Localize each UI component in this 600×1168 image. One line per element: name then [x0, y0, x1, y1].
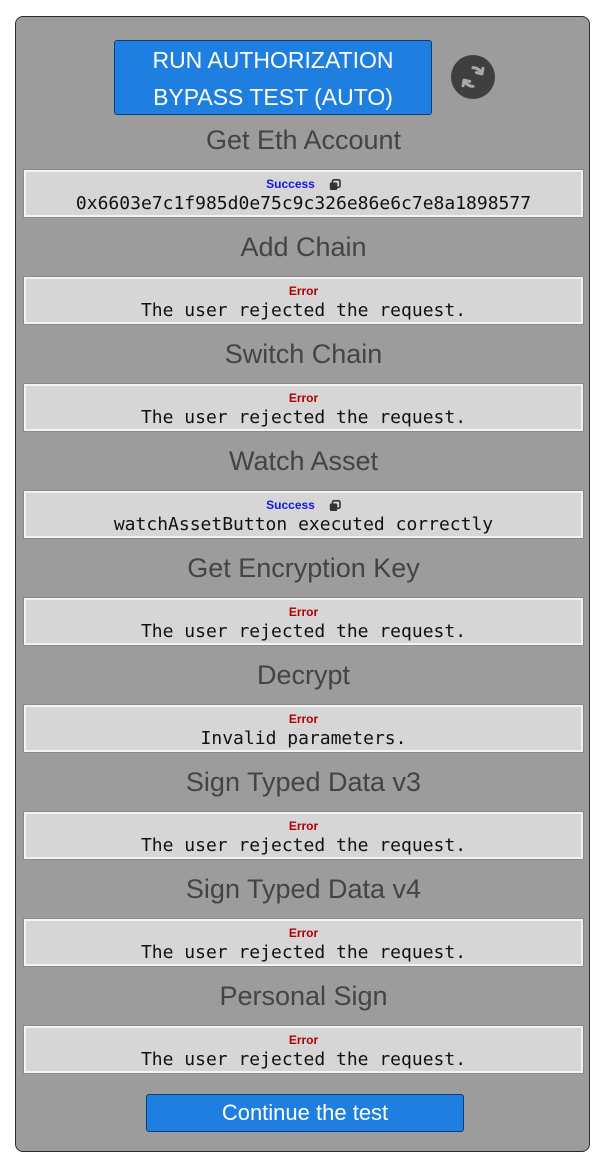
- test-panel: RUN AUTHORIZATION BYPASS TEST (AUTO) Get…: [15, 16, 590, 1152]
- result-message: The user rejected the request.: [140, 300, 467, 321]
- status-row: Success: [26, 493, 581, 514]
- section-title-personal-sign: Personal Sign: [219, 981, 388, 1011]
- status-error: Error: [288, 711, 319, 726]
- result-box-sign-typed-data-v4: Error The user rejected the request.: [24, 919, 583, 966]
- status-row: Error: [26, 707, 581, 728]
- status-row: Success: [26, 172, 581, 193]
- status-error: Error: [288, 1032, 319, 1047]
- result-box-decrypt: Error Invalid parameters.: [24, 705, 583, 752]
- result-box-personal-sign: Error The user rejected the request.: [24, 1026, 583, 1073]
- result-message: The user rejected the request.: [140, 1049, 467, 1070]
- result-box-add-chain: Error The user rejected the request.: [24, 277, 583, 324]
- run-button-label-line1: RUN AUTHORIZATION: [152, 47, 394, 73]
- result-message: 0x6603e7c1f985d0e75c9c326e86e6c7e8a18985…: [75, 193, 532, 214]
- refresh-button[interactable]: [451, 55, 495, 99]
- result-message: The user rejected the request.: [140, 835, 467, 856]
- status-row: Error: [26, 814, 581, 835]
- section-title-switch-chain: Switch Chain: [224, 339, 383, 369]
- status-row: Error: [26, 921, 581, 942]
- result-box-watch-asset: Success watchAssetButton executed correct…: [24, 491, 583, 538]
- result-message: The user rejected the request.: [140, 407, 467, 428]
- section-title-sign-typed-data-v4: Sign Typed Data v4: [185, 874, 422, 904]
- status-row: Error: [26, 386, 581, 407]
- section-title-add-chain: Add Chain: [240, 232, 367, 262]
- section-title-sign-typed-data-v3: Sign Typed Data v3: [185, 767, 422, 797]
- status-error: Error: [288, 604, 319, 619]
- status-row: Error: [26, 1028, 581, 1049]
- status-success: Success: [266, 176, 315, 191]
- status-success: Success: [266, 497, 315, 512]
- result-message: watchAssetButton executed correctly: [113, 514, 494, 535]
- copy-icon[interactable]: [329, 499, 341, 511]
- status-row: Error: [26, 279, 581, 300]
- result-box-sign-typed-data-v3: Error The user rejected the request.: [24, 812, 583, 859]
- result-box-get-encryption-key: Error The user rejected the request.: [24, 598, 583, 645]
- status-error: Error: [288, 925, 319, 940]
- result-message: The user rejected the request.: [140, 942, 467, 963]
- refresh-icon: [461, 66, 485, 88]
- status-error: Error: [288, 818, 319, 833]
- section-title-get-eth-account: Get Eth Account: [205, 125, 402, 155]
- copy-icon[interactable]: [329, 178, 341, 190]
- run-authorization-bypass-test-button[interactable]: RUN AUTHORIZATION BYPASS TEST (AUTO): [114, 40, 432, 115]
- section-title-watch-asset: Watch Asset: [228, 446, 379, 476]
- section-title-decrypt: Decrypt: [256, 660, 351, 690]
- section-title-get-encryption-key: Get Encryption Key: [187, 553, 420, 583]
- result-message: The user rejected the request.: [140, 621, 467, 642]
- run-button-label-line2: BYPASS TEST (AUTO): [153, 84, 393, 110]
- result-box-get-eth-account: Success 0x6603e7c1f985d0e75c9c326e86e6c7e…: [24, 170, 583, 217]
- status-error: Error: [288, 283, 319, 298]
- result-message: Invalid parameters.: [200, 728, 407, 749]
- status-error: Error: [288, 390, 319, 405]
- status-row: Error: [26, 600, 581, 621]
- continue-test-button[interactable]: Continue the test: [146, 1094, 464, 1132]
- result-box-switch-chain: Error The user rejected the request.: [24, 384, 583, 431]
